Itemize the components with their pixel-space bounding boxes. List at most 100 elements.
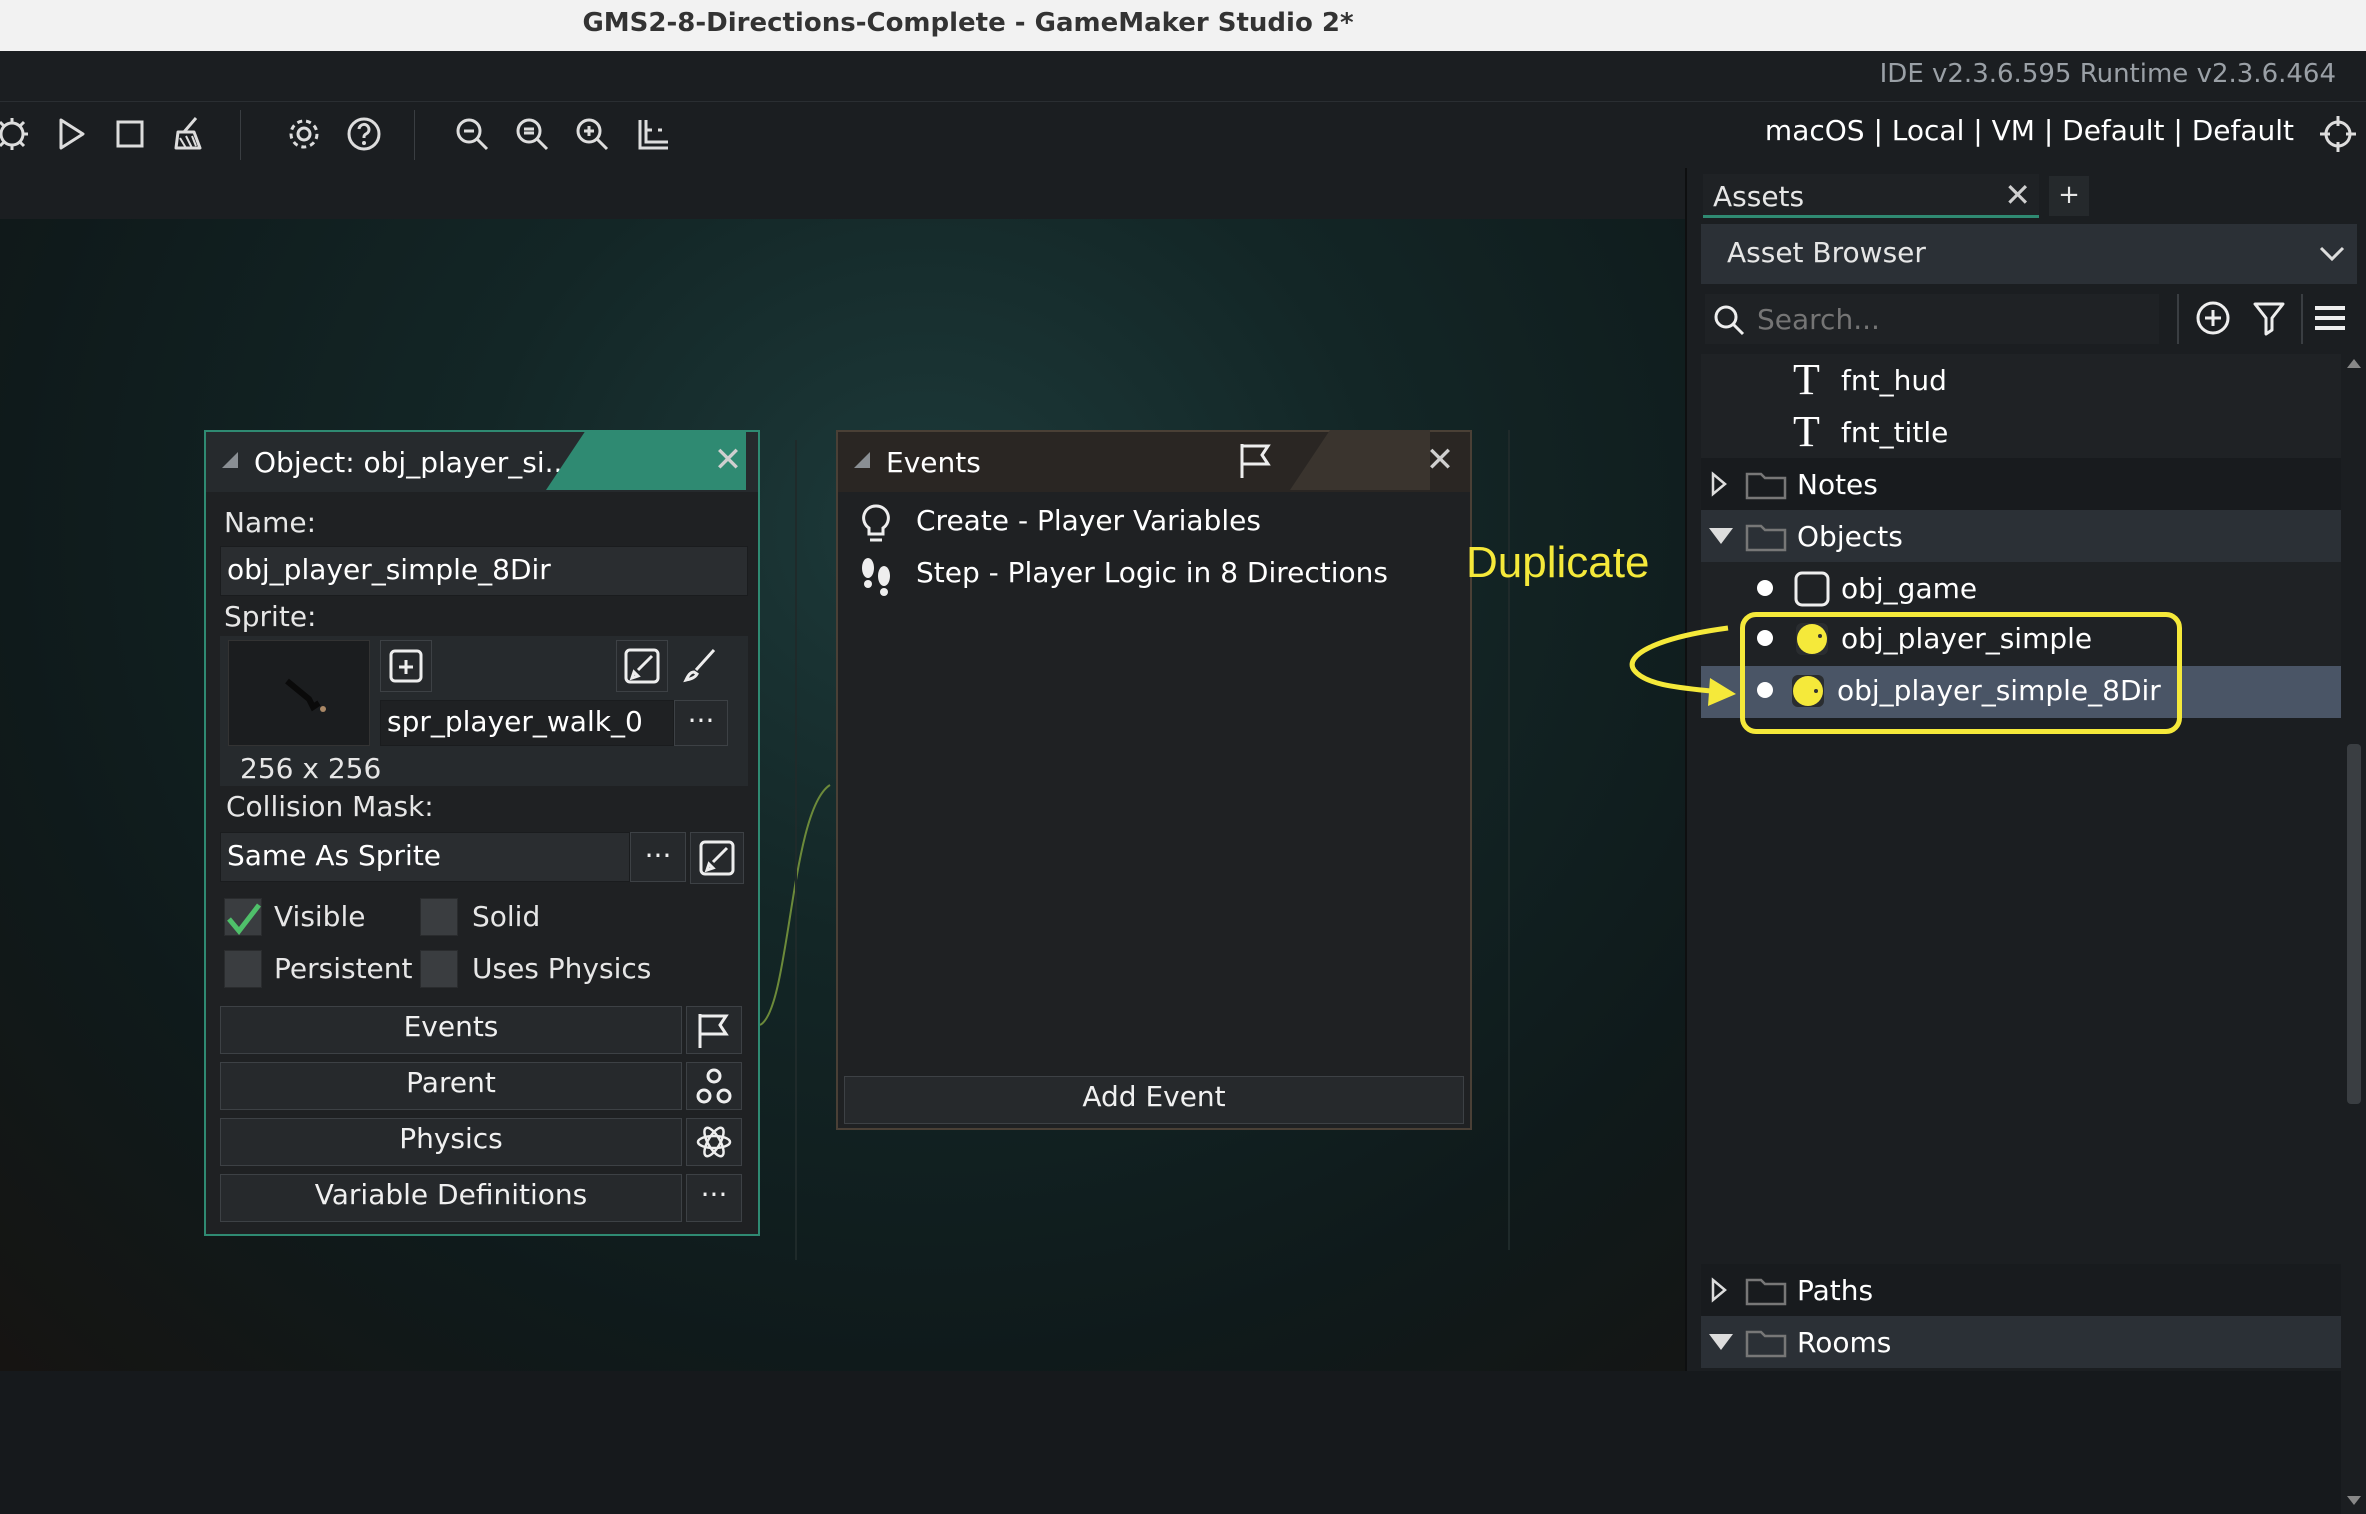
scroll-up-icon[interactable]	[2345, 356, 2363, 370]
solid-label: Solid	[472, 900, 541, 933]
parent-button[interactable]: Parent	[220, 1062, 682, 1110]
tree-folder-notes[interactable]: Notes	[1701, 458, 2349, 510]
event-item[interactable]: Step - Player Logic in 8 Directions	[838, 550, 1468, 602]
add-event-button[interactable]: Add Event	[844, 1076, 1464, 1124]
panel-grip-icon[interactable]	[854, 452, 870, 468]
object-panel-header[interactable]: Object: obj_player_si... ✕	[206, 430, 758, 492]
toolbar-divider	[2301, 294, 2303, 344]
folder-icon	[1745, 472, 1787, 500]
zoom-in-icon[interactable]	[568, 110, 616, 158]
hierarchy-icon	[696, 1068, 732, 1104]
close-icon[interactable]: ✕	[1422, 442, 1458, 478]
tree-item-label: Paths	[1797, 1274, 1874, 1307]
collision-mask-label: Collision Mask:	[226, 790, 434, 823]
brush-button[interactable]	[674, 640, 726, 692]
stop-icon[interactable]	[106, 110, 154, 158]
object-name-field[interactable]: obj_player_simple_8Dir	[220, 546, 748, 596]
collision-more-button[interactable]: ···	[630, 832, 686, 882]
main-toolbar: macOS | Local | VM | Default | Default	[0, 101, 2366, 168]
persistent-checkbox[interactable]	[224, 950, 262, 988]
folder-icon	[1745, 1330, 1787, 1358]
visible-checkbox[interactable]	[224, 898, 262, 936]
close-icon[interactable]: ✕	[2004, 176, 2031, 214]
event-label: Create - Player Variables	[916, 504, 1261, 537]
asset-browser-header[interactable]: Asset Browser	[1701, 224, 2357, 284]
add-tab-button[interactable]: +	[2049, 176, 2089, 216]
tree-folder-objects[interactable]: Objects	[1701, 510, 2349, 562]
events-button[interactable]: Events	[220, 1006, 682, 1054]
solid-checkbox[interactable]	[420, 898, 458, 936]
lightbulb-icon	[862, 504, 890, 542]
object-icon	[1794, 571, 1830, 607]
tree-item-label: obj_game	[1841, 572, 1978, 605]
events-panel-header[interactable]: Events ✕	[838, 430, 1470, 492]
add-asset-icon[interactable]	[2191, 296, 2235, 340]
tree-folder-rooms[interactable]: Rooms	[1701, 1316, 2349, 1368]
chevron-down-icon[interactable]	[1707, 524, 1735, 548]
physics-icon-button[interactable]	[686, 1118, 742, 1166]
tree-folder-paths[interactable]: Paths	[1701, 1264, 2349, 1316]
filter-icon[interactable]	[2247, 296, 2291, 340]
clean-icon[interactable]	[166, 110, 214, 158]
workspace-divider	[795, 440, 797, 1260]
event-item[interactable]: Create - Player Variables	[838, 498, 1468, 550]
search-icon	[1714, 305, 1745, 336]
collision-mask-field[interactable]: Same As Sprite	[220, 832, 630, 882]
menu-icon[interactable]	[2307, 296, 2351, 340]
parent-icon-button[interactable]	[686, 1062, 742, 1110]
sprite-name-field[interactable]: spr_player_walk_0	[380, 700, 674, 746]
fit-icon[interactable]	[630, 110, 678, 158]
target-crosshair-icon[interactable]	[2314, 110, 2362, 158]
help-icon[interactable]	[340, 110, 388, 158]
object-panel-title: Object: obj_player_si...	[254, 446, 572, 479]
version-bar: IDE v2.3.6.595 Runtime v2.3.6.464	[0, 51, 2366, 101]
uses-physics-checkbox[interactable]	[420, 950, 458, 988]
events-flag-button[interactable]	[686, 1006, 742, 1054]
tree-item-obj-game[interactable]: obj_game	[1701, 562, 2349, 614]
tree-item-label: Objects	[1797, 520, 1903, 553]
edit-sprite-button[interactable]	[616, 640, 668, 692]
events-panel: Events ✕ Create - Player Variables Step …	[836, 430, 1472, 1130]
variable-definitions-more-button[interactable]: ···	[686, 1174, 742, 1222]
scrollbar-thumb[interactable]	[2347, 744, 2361, 1104]
zoom-out-icon[interactable]	[448, 110, 496, 158]
folder-icon	[1745, 1278, 1787, 1306]
close-icon[interactable]: ✕	[710, 442, 746, 478]
sprite-preview[interactable]	[228, 640, 370, 746]
physics-button[interactable]: Physics	[220, 1118, 682, 1166]
target-selector[interactable]: macOS | Local | VM | Default | Default	[1765, 114, 2294, 147]
chevron-right-icon[interactable]	[1707, 470, 1731, 498]
sprite-thumbnail-icon	[285, 678, 326, 712]
visible-label: Visible	[274, 900, 366, 933]
edit-collision-button[interactable]	[690, 832, 744, 884]
assets-panel: Assets ✕ + Asset Browser T fnt_hud T fnt…	[1685, 168, 2366, 1514]
sprite-more-button[interactable]: ···	[674, 700, 728, 746]
tree-item-label: Rooms	[1797, 1326, 1892, 1359]
zoom-reset-icon[interactable]	[508, 110, 556, 158]
tree-item-label: Notes	[1797, 468, 1878, 501]
panel-grip-icon[interactable]	[222, 452, 238, 468]
search-box[interactable]	[1705, 294, 2159, 344]
annotation-duplicate: Duplicate	[1466, 538, 1650, 587]
search-input[interactable]	[1755, 300, 2149, 338]
chevron-right-icon[interactable]	[1707, 1276, 1731, 1304]
font-icon: T	[1793, 407, 1820, 456]
scroll-down-icon[interactable]	[2345, 1494, 2363, 1508]
chevron-down-icon[interactable]	[2317, 242, 2347, 266]
tree-item-label: fnt_title	[1841, 416, 1949, 449]
assets-tab[interactable]: Assets ✕	[1703, 174, 2039, 218]
assets-scrollbar[interactable]	[2341, 354, 2366, 1514]
font-icon: T	[1793, 355, 1820, 404]
play-icon[interactable]	[46, 110, 94, 158]
settings-icon[interactable]	[280, 110, 328, 158]
variable-definitions-button[interactable]: Variable Definitions	[220, 1174, 682, 1222]
chevron-down-icon[interactable]	[1707, 1330, 1735, 1354]
tree-item-fnt-hud[interactable]: T fnt_hud	[1701, 354, 2349, 406]
new-sprite-button[interactable]	[380, 640, 432, 692]
flag-icon	[1240, 444, 1271, 478]
tree-item-fnt-title[interactable]: T fnt_title	[1701, 406, 2349, 458]
persistent-label: Persistent	[274, 952, 413, 985]
window-title: GMS2-8-Directions-Complete - GameMaker S…	[582, 8, 1354, 38]
debug-icon[interactable]	[0, 110, 36, 158]
workspace-tab-strip	[0, 168, 1685, 219]
